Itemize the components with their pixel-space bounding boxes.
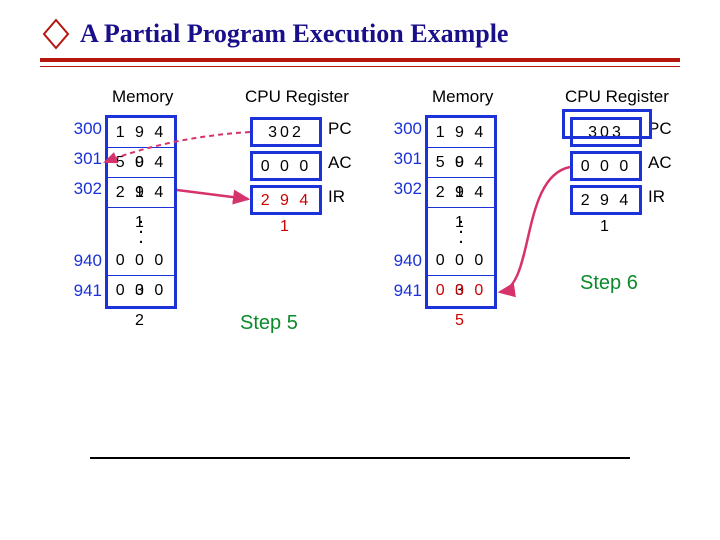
memory-header: Memory [432,87,493,107]
mem-addr: 300 [382,119,422,139]
mem-cell: 0 0 0 2 [108,276,174,306]
pc-label: PC [328,119,352,139]
mem-addr: 301 [382,149,422,169]
mem-addr: 301 [62,149,102,169]
mem-addr: 302 [382,179,422,199]
mem-cell: 0 0 0 3 [108,246,174,276]
diamond-icon [40,18,72,50]
mem-cell: 0 0 0 5 [428,276,494,306]
ac-register: 0 0 0 5 [570,151,642,181]
bottom-rule [90,457,630,459]
title-row: A Partial Program Execution Example [0,0,720,58]
diagram-content: Memory CPU Register 300 301 302 940 941 … [50,87,670,427]
mem-addr: 940 [62,251,102,271]
mem-cell: 5 9 4 1 [108,148,174,178]
mem-addr: 941 [382,281,422,301]
mem-cell: 1 9 4 0 [108,118,174,148]
step-label: Step 6 [580,272,638,295]
mem-cell: 2 9 4 1 [428,178,494,208]
cpu-header: CPU Register [245,87,349,107]
mem-gap: ... [108,208,174,246]
mem-addr: 302 [62,179,102,199]
ir-label: IR [648,187,665,207]
ac-label: AC [328,153,352,173]
ac-register: 0 0 0 5 [250,151,322,181]
title-rule-thin [40,66,680,67]
pc-highlight [562,109,652,139]
mem-addr: 300 [62,119,102,139]
cpu-header: CPU Register [565,87,669,107]
ac-label: AC [648,153,672,173]
mem-addr: 940 [382,251,422,271]
step-label: Step 5 [240,312,298,335]
mem-gap: ... [428,208,494,246]
memory-header: Memory [112,87,173,107]
mem-cell: 1 9 4 0 [428,118,494,148]
pc-register: 302 [250,117,322,147]
title-rule [40,58,680,62]
page-title: A Partial Program Execution Example [80,19,508,49]
memory-table: 1 9 4 0 5 9 4 1 2 9 4 1 ... 0 0 0 3 0 0 … [425,115,497,309]
ir-register: 2 9 4 1 [250,185,322,215]
mem-cell: 5 9 4 1 [428,148,494,178]
mem-cell: 2 9 4 1 [108,178,174,208]
mem-addr: 941 [62,281,102,301]
mem-cell: 0 0 0 3 [428,246,494,276]
memory-table: 1 9 4 0 5 9 4 1 2 9 4 1 ... 0 0 0 3 0 0 … [105,115,177,309]
ir-register: 2 9 4 1 [570,185,642,215]
ir-label: IR [328,187,345,207]
